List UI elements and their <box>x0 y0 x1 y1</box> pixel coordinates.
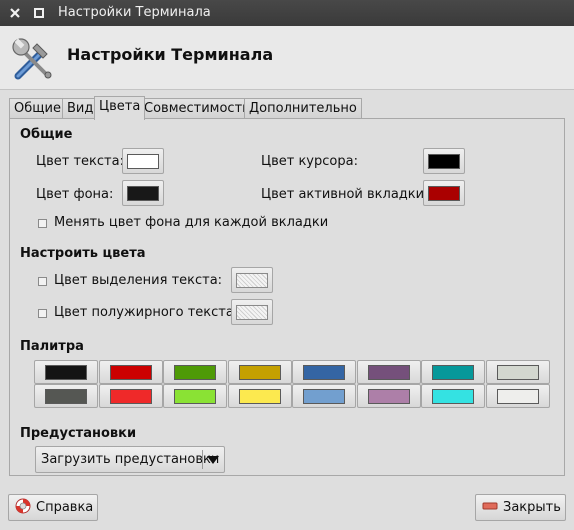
bg-color-swatch <box>127 185 159 201</box>
cursor-color-label: Цвет курсора: <box>261 154 358 169</box>
window-close-icon[interactable] <box>6 4 24 22</box>
selection-color-checkbox[interactable] <box>38 277 47 286</box>
text-color-button[interactable] <box>122 148 164 174</box>
palette-color-swatch <box>432 388 474 404</box>
palette-color-button[interactable] <box>163 384 227 408</box>
title-bar: Настройки Терминала <box>0 0 574 26</box>
help-button[interactable]: Справка <box>8 494 98 521</box>
palette-color-button[interactable] <box>421 384 485 408</box>
palette-color-button[interactable] <box>357 384 421 408</box>
palette-color-swatch <box>239 388 281 404</box>
per-tab-bg-checkbox[interactable] <box>38 219 47 228</box>
selection-color-label: Цвет выделения текста: <box>54 273 223 288</box>
active-tab-color-label: Цвет активной вкладки: <box>261 187 429 202</box>
palette-color-button[interactable] <box>163 360 227 384</box>
tab-colors[interactable]: Цвета <box>94 96 146 120</box>
active-tab-color-swatch <box>428 185 460 201</box>
palette-color-swatch <box>497 364 539 380</box>
help-button-label: Справка <box>36 500 94 515</box>
palette-color-swatch <box>45 388 87 404</box>
custom-colors-section-title: Настроить цвета <box>20 246 146 261</box>
palette-color-swatch <box>432 364 474 380</box>
palette-color-swatch <box>303 364 345 380</box>
close-button[interactable]: Закрыть <box>475 494 566 521</box>
bold-color-checkbox[interactable] <box>38 309 47 318</box>
palette-color-swatch <box>368 364 410 380</box>
close-button-icon <box>482 500 498 516</box>
per-tab-bg-label: Менять цвет фона для каждой вкладки <box>54 215 329 230</box>
load-presets-label: Загрузить предустановки <box>41 452 220 467</box>
palette-color-swatch <box>174 388 216 404</box>
bg-color-button[interactable] <box>122 180 164 206</box>
tab-advanced[interactable]: Дополнительно <box>244 98 362 119</box>
text-color-swatch <box>127 153 159 169</box>
palette-color-swatch <box>368 388 410 404</box>
palette-color-swatch <box>497 388 539 404</box>
active-tab-color-button[interactable] <box>423 180 465 206</box>
palette-color-button[interactable] <box>486 384 550 408</box>
bold-color-button[interactable] <box>231 299 273 325</box>
close-button-label: Закрыть <box>503 500 561 515</box>
header-title: Настройки Терминала <box>67 45 274 64</box>
cursor-color-button[interactable] <box>423 148 465 174</box>
palette-color-button[interactable] <box>99 384 163 408</box>
dialog-header: Настройки Терминала <box>0 26 574 90</box>
palette-color-button[interactable] <box>228 384 292 408</box>
palette-section-title: Палитра <box>20 339 84 354</box>
palette-color-button[interactable] <box>421 360 485 384</box>
tab-general[interactable]: Общие <box>9 98 66 119</box>
palette-color-button[interactable] <box>486 360 550 384</box>
help-lifebuoy-icon <box>15 498 31 518</box>
presets-section-title: Предустановки <box>20 426 137 441</box>
palette-color-swatch <box>303 388 345 404</box>
palette-color-button[interactable] <box>99 360 163 384</box>
bg-color-label: Цвет фона: <box>36 187 114 202</box>
tab-compatibility[interactable]: Совместимость <box>139 98 255 119</box>
selection-color-button[interactable] <box>231 267 273 293</box>
palette-color-button[interactable] <box>34 384 98 408</box>
palette-color-button[interactable] <box>34 360 98 384</box>
text-color-label: Цвет текста: <box>36 154 124 169</box>
preferences-window: Настройки Терминала Настройки Терминала … <box>0 0 574 530</box>
colors-panel: Общие Цвет текста: Цвет курсора: Цвет фо… <box>9 118 565 476</box>
selection-color-swatch <box>236 272 268 288</box>
dropdown-arrow-icon <box>207 456 219 464</box>
cursor-color-swatch <box>428 153 460 169</box>
palette-color-button[interactable] <box>292 360 356 384</box>
window-maximize-icon[interactable] <box>30 4 48 22</box>
window-title: Настройки Терминала <box>58 5 211 20</box>
palette-color-button[interactable] <box>228 360 292 384</box>
bold-color-label: Цвет полужирного текста: <box>54 305 239 320</box>
palette-color-swatch <box>110 364 152 380</box>
tab-appearance[interactable]: Вид <box>62 98 99 119</box>
palette-color-swatch <box>110 388 152 404</box>
bold-color-swatch <box>236 304 268 320</box>
load-presets-dropdown[interactable]: Загрузить предустановки <box>35 446 225 473</box>
dropdown-separator <box>202 450 203 469</box>
palette-color-swatch <box>174 364 216 380</box>
general-section-title: Общие <box>20 127 73 142</box>
palette-color-swatch <box>239 364 281 380</box>
preferences-tools-icon <box>10 36 54 80</box>
palette-color-swatch <box>45 364 87 380</box>
palette-color-button[interactable] <box>292 384 356 408</box>
palette-color-button[interactable] <box>357 360 421 384</box>
